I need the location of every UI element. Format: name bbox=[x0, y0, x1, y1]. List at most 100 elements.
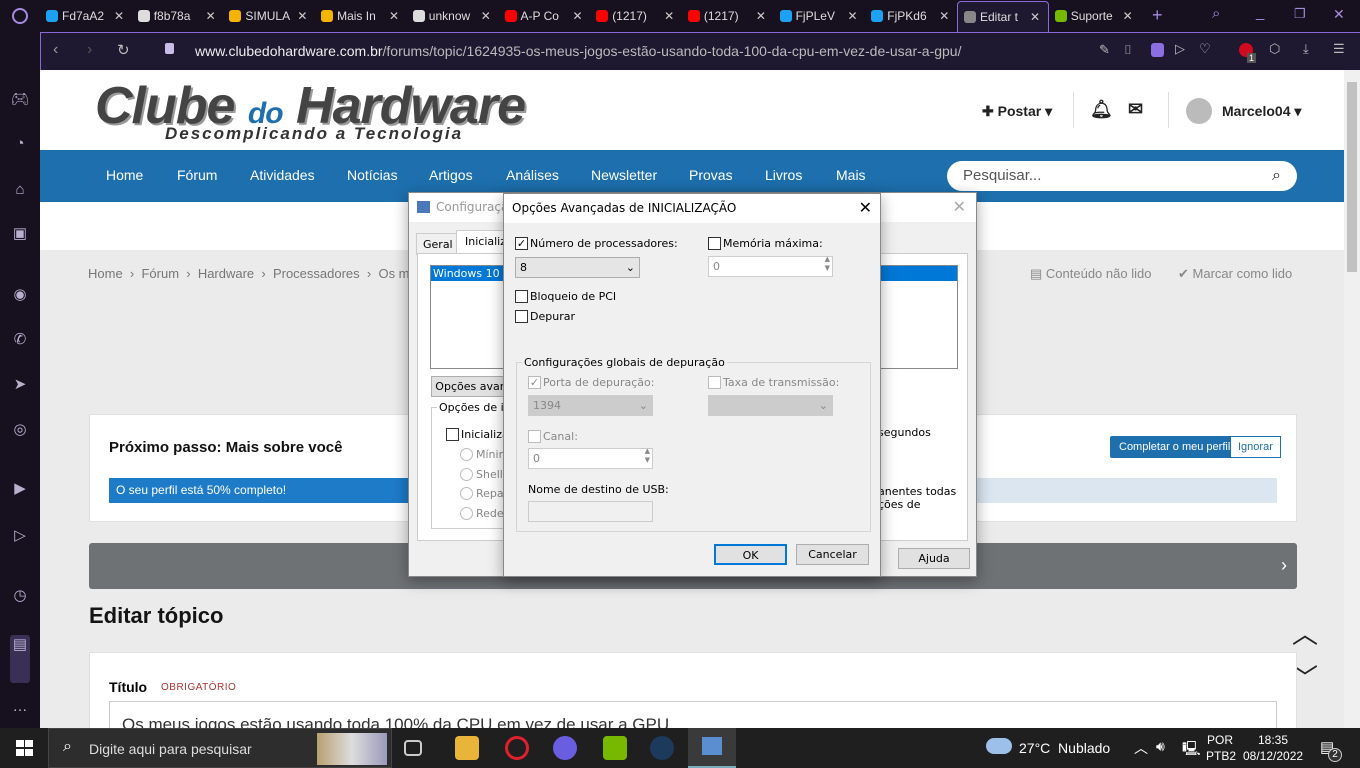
back-button[interactable]: ‹ bbox=[53, 41, 58, 59]
close-tab-icon[interactable]: ✕ bbox=[114, 9, 124, 23]
instagram-icon[interactable]: ◎ bbox=[10, 420, 30, 440]
close-window-button[interactable]: ✕ bbox=[1333, 6, 1345, 23]
heart-icon[interactable]: ♡ bbox=[1199, 41, 1211, 57]
complete-profile-button[interactable]: Completar o meu perfil bbox=[1110, 436, 1240, 458]
advanced-options-button[interactable]: Opções avan bbox=[431, 376, 511, 397]
close-icon[interactable]: ✕ bbox=[953, 197, 966, 216]
safe-boot-checkbox[interactable] bbox=[446, 428, 459, 441]
send-icon[interactable]: ▷ bbox=[1175, 41, 1185, 57]
close-tab-icon[interactable]: ✕ bbox=[206, 9, 216, 23]
mark-read-link[interactable]: ✔ Marcar como lido bbox=[1178, 266, 1292, 282]
opera-gx-logo-icon[interactable] bbox=[12, 8, 28, 24]
telegram-icon[interactable]: ➤ bbox=[10, 375, 30, 395]
new-tab-button[interactable]: + bbox=[1152, 5, 1163, 26]
clock-time[interactable]: 18:35 bbox=[1258, 733, 1288, 747]
maximize-button[interactable]: ❐ bbox=[1294, 6, 1306, 22]
whatsapp-icon[interactable]: ✆ bbox=[10, 330, 30, 350]
gx-control-icon[interactable]: 🎮︎ bbox=[10, 90, 30, 110]
nav-item[interactable]: Análises bbox=[506, 167, 559, 183]
browser-tab[interactable]: f8b78a ✕ bbox=[132, 4, 224, 28]
file-explorer-icon[interactable] bbox=[455, 736, 479, 760]
browser-tab[interactable]: Mais In ✕ bbox=[315, 4, 407, 28]
browser-tab[interactable]: Editar t ✕ bbox=[957, 1, 1049, 32]
close-tab-icon[interactable]: ✕ bbox=[1123, 9, 1133, 23]
ignore-button[interactable]: Ignorar bbox=[1230, 436, 1281, 458]
hardware-monitor-icon[interactable]: ▤ bbox=[10, 635, 30, 683]
browser-tab[interactable]: Fd7aA2 ✕ bbox=[40, 4, 132, 28]
close-tab-icon[interactable]: ✕ bbox=[756, 9, 766, 23]
user-menu[interactable]: Marcelo04 ▾ bbox=[1222, 103, 1301, 120]
flow-icon[interactable]: ▷ bbox=[10, 526, 30, 546]
nav-item[interactable]: Notícias bbox=[347, 167, 398, 183]
close-tab-icon[interactable]: ✕ bbox=[664, 9, 674, 23]
language-indicator[interactable]: POR bbox=[1207, 733, 1233, 747]
download-icon[interactable]: ⤓ bbox=[1303, 41, 1309, 57]
history-icon[interactable]: ◷ bbox=[10, 586, 30, 606]
boot-radio[interactable] bbox=[460, 467, 473, 481]
search-icon[interactable]: ⌕ bbox=[1272, 161, 1281, 191]
browser-tab[interactable]: SIMULA ✕ bbox=[223, 4, 315, 28]
pci-lock-checkbox[interactable] bbox=[515, 290, 528, 303]
nav-item[interactable]: Livros bbox=[765, 167, 802, 183]
browser-tab[interactable]: FjPLeV ✕ bbox=[774, 4, 866, 28]
nav-item[interactable]: Home bbox=[106, 167, 143, 183]
minimize-button[interactable]: _ bbox=[1256, 4, 1264, 21]
close-tab-icon[interactable]: ✕ bbox=[848, 9, 858, 23]
breadcrumb-item[interactable]: Home bbox=[88, 266, 123, 281]
breadcrumb-item[interactable]: Fórum bbox=[141, 266, 179, 281]
steam-icon[interactable] bbox=[650, 736, 674, 760]
max-memory-input[interactable]: 0 ▲ ▼ bbox=[708, 255, 833, 277]
notifications-bell-icon[interactable]: 🔔︎ bbox=[1090, 99, 1113, 120]
network-icon[interactable]: 🖳 bbox=[1182, 738, 1201, 762]
boot-radio[interactable] bbox=[460, 506, 473, 520]
more-icon[interactable]: … bbox=[10, 697, 30, 717]
app-icon[interactable] bbox=[553, 736, 577, 760]
twitch-icon[interactable]: ▣ bbox=[10, 224, 30, 244]
channel-checkbox[interactable] bbox=[528, 430, 541, 443]
snap-icon[interactable]: ✎ bbox=[1099, 42, 1110, 58]
debug-checkbox[interactable] bbox=[515, 310, 528, 323]
lock-icon[interactable] bbox=[165, 43, 174, 54]
channel-input[interactable]: 0 ▲ ▼ bbox=[528, 447, 653, 469]
nav-item[interactable]: Atividades bbox=[250, 167, 315, 183]
nav-item[interactable]: Newsletter bbox=[591, 167, 657, 183]
start-button[interactable] bbox=[16, 740, 33, 756]
browser-tab[interactable]: (1217) ✕ bbox=[590, 4, 682, 28]
boot-radio[interactable] bbox=[460, 448, 473, 461]
debug-port-checkbox[interactable]: ✓ bbox=[528, 376, 541, 389]
msconfig-taskbar-button[interactable] bbox=[688, 728, 736, 768]
ok-button[interactable]: OK bbox=[714, 544, 787, 565]
title-input[interactable]: Os meus jogos estão usando toda 100% da … bbox=[109, 701, 1277, 728]
browser-tab[interactable]: unknow ✕ bbox=[407, 4, 499, 28]
reload-button[interactable]: ↻ bbox=[117, 41, 130, 59]
chevron-right-icon[interactable]: › bbox=[1281, 555, 1287, 576]
baud-rate-checkbox[interactable] bbox=[708, 376, 721, 389]
site-search-input[interactable]: Pesquisar... ⌕ bbox=[947, 161, 1297, 191]
usb-target-input[interactable] bbox=[528, 501, 653, 522]
easy-setup-icon[interactable]: ☰ bbox=[1333, 41, 1345, 57]
close-tab-icon[interactable]: ✕ bbox=[939, 9, 949, 23]
player-icon[interactable]: ▶ bbox=[10, 479, 30, 499]
nvidia-icon[interactable] bbox=[603, 736, 627, 760]
spinner-icon[interactable]: ▲ ▼ bbox=[825, 255, 830, 273]
close-tab-icon[interactable]: ✕ bbox=[389, 9, 399, 23]
scrollbar-thumb[interactable] bbox=[1347, 82, 1357, 272]
keyboard-layout-indicator[interactable]: PTB2 bbox=[1206, 749, 1236, 763]
close-tab-icon[interactable]: ✕ bbox=[572, 9, 582, 23]
cancel-button[interactable]: Cancelar bbox=[796, 544, 869, 565]
num-processors-checkbox[interactable]: ✓ bbox=[515, 237, 528, 250]
avatar[interactable] bbox=[1186, 98, 1212, 124]
help-button[interactable]: Ajuda bbox=[898, 548, 970, 569]
breadcrumb-item[interactable]: Processadores bbox=[273, 266, 360, 281]
post-button[interactable]: ✚ Postar ▾ bbox=[982, 103, 1052, 120]
debug-port-select[interactable]: 1394 ⌄ bbox=[528, 395, 653, 416]
gx-speedometer-icon[interactable]: ◔ bbox=[10, 134, 30, 154]
close-tab-icon[interactable]: ✕ bbox=[297, 9, 307, 23]
breadcrumb-item[interactable]: Hardware bbox=[198, 266, 254, 281]
clock-date[interactable]: 08/12/2022 bbox=[1243, 749, 1303, 763]
close-tab-icon[interactable]: ✕ bbox=[1030, 10, 1040, 24]
taskbar-search-box[interactable]: ⌕ Digite aqui para pesquisar bbox=[48, 728, 392, 768]
baud-rate-select[interactable]: ⌄ bbox=[708, 395, 833, 416]
tray-chevron-up-icon[interactable]: ︿ bbox=[1134, 738, 1148, 758]
gx-store-icon[interactable]: ⌂ bbox=[10, 180, 30, 200]
